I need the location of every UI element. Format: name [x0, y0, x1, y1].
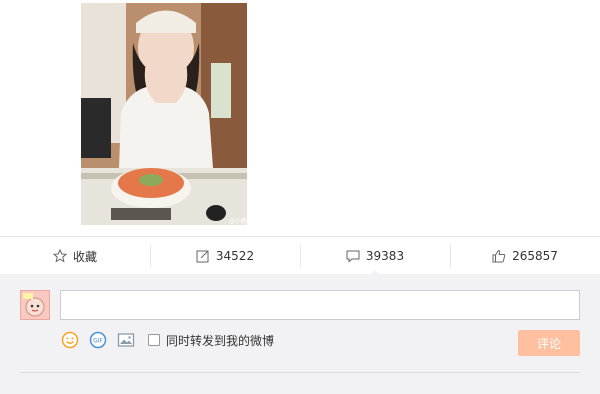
- watermark-text: @小鹿: [229, 217, 247, 225]
- image-icon: [117, 333, 135, 347]
- avatar-image: [21, 291, 49, 319]
- gif-icon: GIF: [89, 331, 107, 349]
- share-icon: [196, 250, 209, 263]
- user-avatar[interactable]: [20, 290, 50, 320]
- emoji-button[interactable]: [60, 330, 80, 350]
- submit-comment-button[interactable]: 评论: [518, 330, 580, 356]
- star-icon: [52, 249, 67, 263]
- like-button[interactable]: 265857: [450, 237, 600, 275]
- forward-label: 同时转发到我的微博: [166, 333, 275, 348]
- emoji-icon: [61, 331, 79, 349]
- image-button[interactable]: [116, 330, 136, 350]
- comment-toolbar: GIF 同时转发到我的微博: [60, 330, 274, 350]
- divider: [20, 372, 580, 373]
- post-action-bar: 收藏 34522 39383 265857: [0, 236, 600, 276]
- share-count: 34522: [215, 249, 255, 263]
- like-icon: [492, 249, 506, 263]
- post-photo[interactable]: @小鹿: [81, 3, 247, 225]
- checkbox-box[interactable]: [148, 334, 160, 346]
- svg-text:GIF: GIF: [93, 337, 103, 344]
- favorite-label: 收藏: [72, 249, 97, 264]
- forward-checkbox[interactable]: 同时转发到我的微博: [148, 332, 274, 349]
- comment-count: 39383: [365, 249, 405, 263]
- post-photo-graphic: @小鹿: [81, 3, 247, 225]
- comment-input[interactable]: [60, 290, 580, 320]
- share-button[interactable]: 34522: [150, 237, 300, 275]
- like-count: 265857: [512, 249, 558, 263]
- comment-panel: GIF 同时转发到我的微博 评论: [0, 274, 600, 394]
- comment-icon: [346, 250, 360, 263]
- gif-button[interactable]: GIF: [88, 330, 108, 350]
- comment-button[interactable]: 39383: [300, 237, 450, 276]
- favorite-button[interactable]: 收藏: [0, 237, 150, 275]
